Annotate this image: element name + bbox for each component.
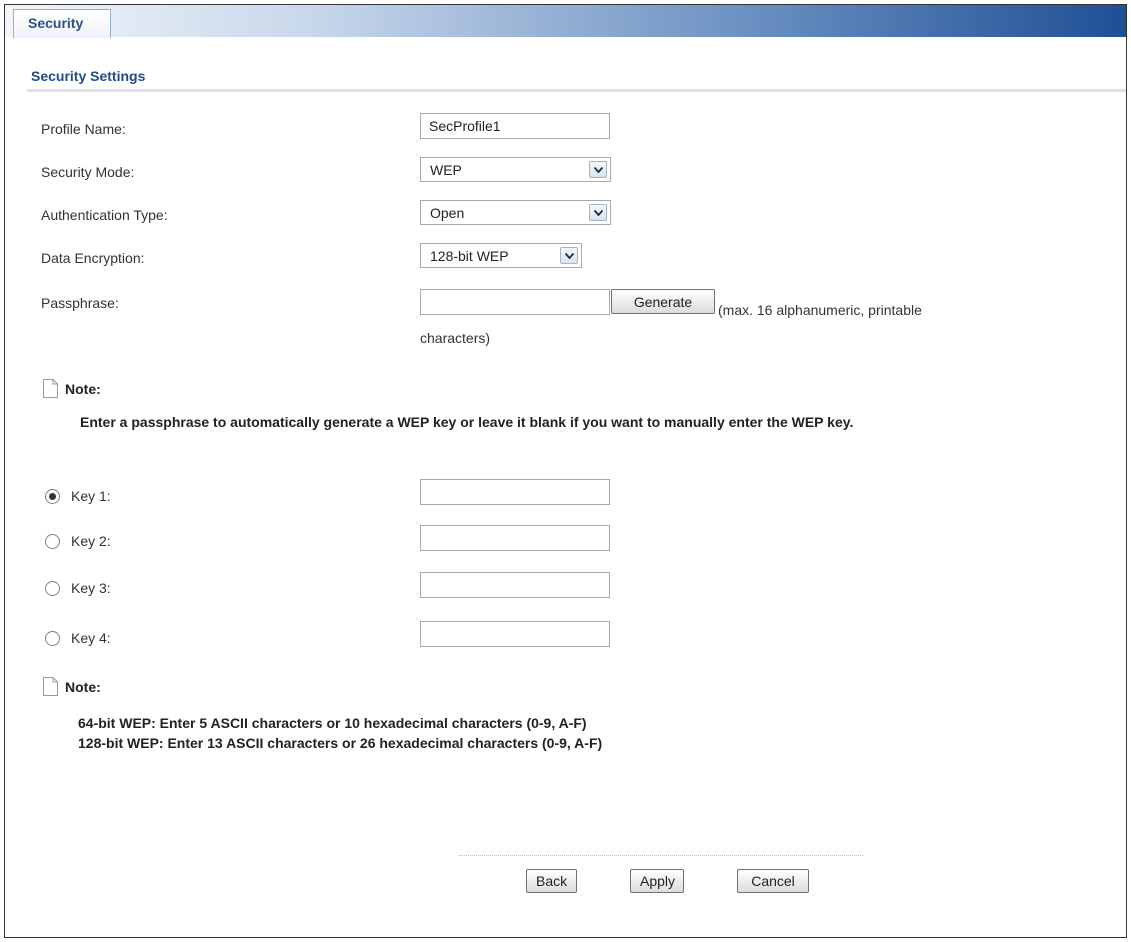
security-mode-select[interactable]: WEP bbox=[420, 157, 611, 182]
tab-bar: Security bbox=[5, 5, 1126, 38]
note-page-icon bbox=[43, 677, 58, 696]
key-note-title: Note: bbox=[65, 679, 101, 695]
section-title: Security Settings bbox=[31, 68, 146, 84]
key-3-label: Key 3: bbox=[71, 580, 111, 596]
key-note-line-128: 128-bit WEP: Enter 13 ASCII characters o… bbox=[78, 735, 603, 751]
security-mode-label: Security Mode: bbox=[41, 164, 135, 180]
apply-button[interactable]: Apply bbox=[630, 869, 684, 893]
key-2-input[interactable] bbox=[420, 525, 610, 551]
data-encryption-select[interactable]: 128-bit WEP bbox=[420, 243, 582, 268]
passphrase-hint-continued: characters) bbox=[420, 330, 491, 346]
passphrase-label: Passphrase: bbox=[41, 295, 119, 311]
key-note-heading: Note: bbox=[43, 677, 101, 696]
note-page-icon bbox=[43, 379, 58, 398]
note-title: Note: bbox=[65, 381, 101, 397]
auth-type-value: Open bbox=[430, 205, 465, 221]
profile-name-input[interactable] bbox=[420, 113, 610, 139]
back-button[interactable]: Back bbox=[526, 869, 577, 893]
button-separator bbox=[459, 855, 863, 856]
note-text: Enter a passphrase to automatically gene… bbox=[80, 414, 854, 430]
key-4-radio[interactable] bbox=[45, 631, 60, 646]
key-4-input[interactable] bbox=[420, 621, 610, 647]
data-encryption-label: Data Encryption: bbox=[41, 250, 145, 266]
data-encryption-value: 128-bit WEP bbox=[430, 248, 509, 264]
section-divider bbox=[27, 89, 1126, 92]
key-1-input[interactable] bbox=[420, 479, 610, 505]
key-1-label: Key 1: bbox=[71, 488, 111, 504]
chevron-down-icon bbox=[589, 204, 607, 221]
tab-security[interactable]: Security bbox=[13, 9, 111, 38]
passphrase-input[interactable] bbox=[420, 289, 610, 315]
key-3-input[interactable] bbox=[420, 572, 610, 598]
key-note-line-64: 64-bit WEP: Enter 5 ASCII characters or … bbox=[78, 715, 587, 731]
chevron-down-icon bbox=[589, 161, 607, 178]
window-frame: Security Security Settings Profile Name:… bbox=[4, 4, 1127, 938]
profile-name-label: Profile Name: bbox=[41, 121, 126, 137]
auth-type-select[interactable]: Open bbox=[420, 200, 611, 225]
auth-type-label: Authentication Type: bbox=[41, 207, 168, 223]
key-2-label: Key 2: bbox=[71, 533, 111, 549]
generate-button[interactable]: Generate bbox=[611, 289, 715, 314]
cancel-button[interactable]: Cancel bbox=[737, 869, 809, 893]
passphrase-hint: (max. 16 alphanumeric, printable bbox=[718, 302, 922, 318]
key-2-radio[interactable] bbox=[45, 534, 60, 549]
security-mode-value: WEP bbox=[430, 162, 462, 178]
key-3-radio[interactable] bbox=[45, 581, 60, 596]
chevron-down-icon bbox=[560, 247, 578, 264]
key-1-radio[interactable] bbox=[45, 489, 60, 504]
note-heading: Note: bbox=[43, 379, 101, 398]
key-4-label: Key 4: bbox=[71, 630, 111, 646]
